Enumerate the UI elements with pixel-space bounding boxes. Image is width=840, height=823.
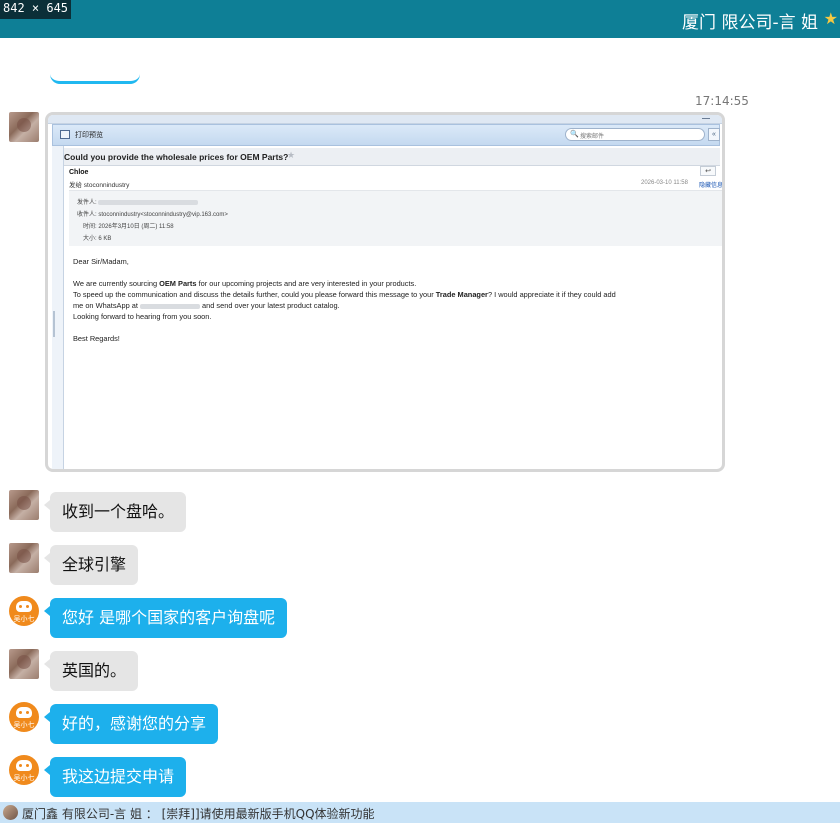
size-label: 大小: [83,236,97,242]
to-label: 收件人: [77,212,97,218]
contact-avatar[interactable] [9,543,39,573]
message-bubble[interactable]: 我这边提交申请 [43,757,187,797]
redacted-phone [139,303,200,309]
printer-icon [60,130,70,139]
robot-icon [16,760,32,771]
from-label: 发件人: [77,200,97,206]
previous-message-bubble [50,72,140,84]
mail-window-titlebar [48,115,722,124]
bot-avatar-label: 吴小七 [13,774,35,782]
mail-body-line: Looking forward to hearing from you soon… [73,312,212,321]
to-value: stoconnindustry<stoconnindustry@vip.163.… [98,212,228,218]
email-screenshot-image[interactable]: 打印预览 🔍 搜索邮件 « Could you provide the whol… [45,112,725,472]
time-value: 2026年3月10日 (周二) 11:58 [98,224,174,230]
contact-avatar[interactable] [9,112,39,142]
mail-body-line: me on WhatsApp at and send over your lat… [73,301,340,310]
mail-subject-row: Could you provide the wholesale prices f… [64,148,720,166]
search-icon: 🔍 [570,131,579,138]
bot-avatar-label: 吴小七 [13,721,35,729]
mail-subject: Could you provide the wholesale prices f… [64,152,289,162]
collapse-icon: « [708,128,720,141]
bot-avatar[interactable]: 吴小七 [9,596,39,626]
time-label: 时间: [83,224,97,230]
bot-avatar[interactable]: 吴小七 [9,702,39,732]
mail-sent-to: 发给 stoconnindustry [69,182,130,189]
contact-avatar[interactable] [9,649,39,679]
message-bubble[interactable]: 好的，感谢您的分享 [43,704,219,744]
contact-avatar [3,805,18,820]
chat-title[interactable]: 厦门 限公司-言 姐 [682,8,818,33]
notification-text: 厦门鑫 有限公司-言 姐 ： [崇拜]]请使用最新版手机QQ体验新功能 [22,807,375,821]
mail-time-row: 时间: 2026年3月10日 (周二) 11:58 [83,221,174,230]
message-timestamp: 17:14:55 [695,94,749,108]
mail-search-box: 🔍 搜索邮件 [565,128,705,141]
mail-greeting: Dear Sir/Madam, [73,257,129,266]
mail-details-panel: 发件人: 收件人: stoconnindustry<stoconnindustr… [69,190,722,246]
screen-size-label: 842 × 645 [0,0,72,19]
mail-search-placeholder: 搜索邮件 [580,134,605,140]
mail-date: 2026-03-10 11:58 [641,180,688,186]
message-bubble[interactable]: 英国的。 [43,651,139,691]
mail-signoff: Best Regards! [73,334,120,343]
mail-body-line: We are currently sourcing OEM Parts for … [73,279,417,288]
redacted-sender [98,199,199,205]
mail-body: Dear Sir/Madam, We are currently sourcin… [73,256,721,344]
star-icon: ★ [287,150,296,160]
message-bubble[interactable]: 您好 是哪个国家的客户询盘呢 [43,598,288,638]
mail-to-row: 收件人: stoconnindustry<stoconnindustry@vip… [77,209,228,218]
mail-left-pane [52,146,64,469]
bot-avatar[interactable]: 吴小七 [9,755,39,785]
mail-size-row: 大小: 6 KB [83,233,111,242]
notification-bar[interactable]: 厦门鑫 有限公司-言 姐 ： [崇拜]]请使用最新版手机QQ体验新功能 [0,802,840,823]
robot-icon [16,601,32,612]
reply-icon: ↩ [700,166,716,176]
chat-title-bar: 842 × 645 厦门 限公司-言 姐 ★ [0,0,840,38]
mail-from-row: 发件人: [77,197,199,206]
mail-sender-name: Chloe [69,169,89,176]
message-bubble[interactable]: 全球引擎 [43,545,139,585]
mail-toolbar: 打印预览 🔍 搜索邮件 « [52,124,720,146]
mail-body-line: To speed up the communication and discus… [73,290,616,299]
bot-avatar-label: 吴小七 [13,615,35,623]
hide-info-link: 隐藏信息 [699,183,724,189]
size-value: 6 KB [98,236,112,242]
star-icon[interactable]: ★ [824,9,838,29]
print-preview-label: 打印预览 [75,132,103,139]
message-bubble[interactable]: 收到一个盘哈。 [43,492,187,532]
contact-avatar[interactable] [9,490,39,520]
robot-icon [16,707,32,718]
